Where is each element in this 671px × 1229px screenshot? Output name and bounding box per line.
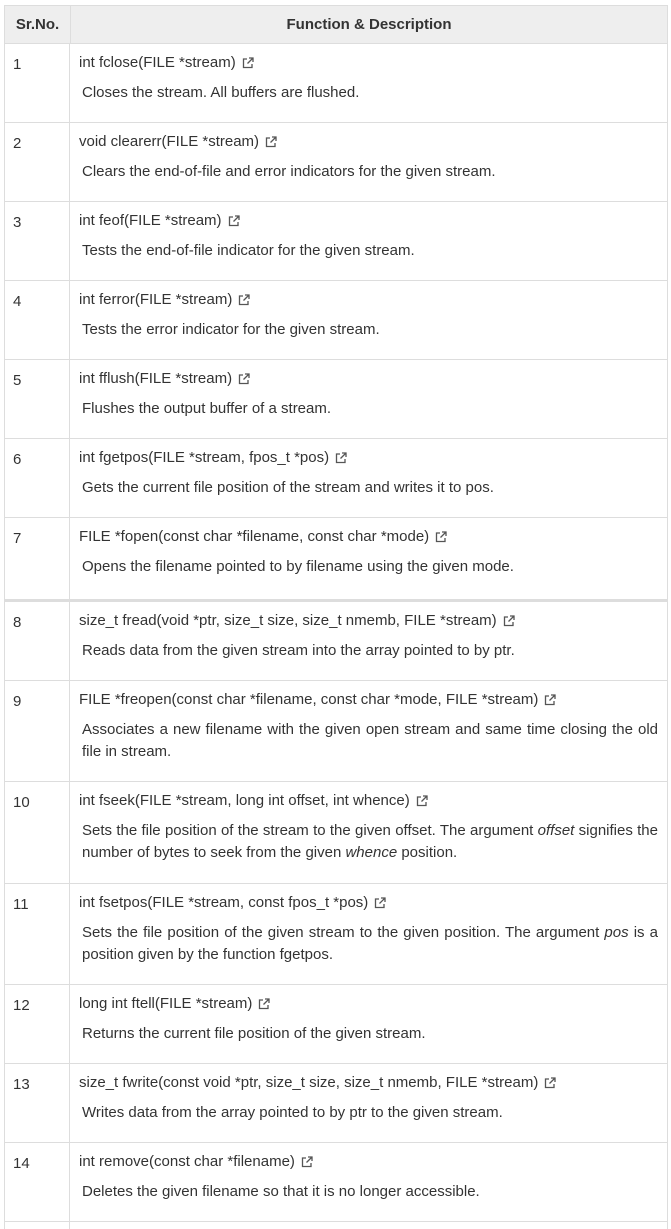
external-link-icon xyxy=(436,531,447,543)
external-link-icon xyxy=(545,1077,556,1089)
argument-name: whence xyxy=(345,844,398,861)
function-link[interactable]: int remove(const char *filename) xyxy=(79,1153,658,1171)
table-row: 13 size_t fwrite(const void *ptr, size_t… xyxy=(5,1064,667,1143)
function-description: Gets the current file position of the st… xyxy=(82,479,494,496)
function-description: Sets the file position of the given stre… xyxy=(79,922,658,966)
function-signature: int feof(FILE *stream) xyxy=(79,212,222,229)
function-link[interactable]: long int ftell(FILE *stream) xyxy=(79,995,658,1013)
argument-name: pos xyxy=(604,924,629,941)
table-row: 12 long int ftell(FILE *stream) Returns t… xyxy=(5,985,667,1064)
table-row: 14 int remove(const char *filename) Delet… xyxy=(5,1143,667,1222)
function-link[interactable]: void clearerr(FILE *stream) xyxy=(79,133,658,151)
function-link[interactable]: size_t fread(void *ptr, size_t size, siz… xyxy=(79,612,658,630)
header-sr-no: Sr.No. xyxy=(5,6,71,43)
row-number: 14 xyxy=(5,1143,70,1221)
function-signature: int fclose(FILE *stream) xyxy=(79,54,236,71)
row-number xyxy=(5,1222,70,1229)
function-signature: int fsetpos(FILE *stream, const fpos_t *… xyxy=(79,894,369,911)
function-link[interactable]: size_t fwrite(const void *ptr, size_t si… xyxy=(79,1074,658,1092)
table-row: 4 int ferror(FILE *stream) Tests the erro… xyxy=(5,281,667,360)
description-text: Sets the file position of the given stre… xyxy=(82,924,605,941)
function-description: Associates a new filename with the given… xyxy=(82,721,658,760)
row-number: 1 xyxy=(5,44,70,122)
external-link-icon xyxy=(265,136,277,148)
function-description: Tests the end-of-file indicator for the … xyxy=(82,242,415,259)
row-number: 13 xyxy=(5,1064,70,1142)
function-description: Clears the end-of-file and error indicat… xyxy=(82,163,496,180)
function-link[interactable]: int fsetpos(FILE *stream, const fpos_t *… xyxy=(79,894,658,912)
function-link[interactable]: int fgetpos(FILE *stream, fpos_t *pos) xyxy=(79,449,658,467)
external-link-icon xyxy=(375,897,386,909)
function-link[interactable]: int ferror(FILE *stream) xyxy=(79,291,658,309)
external-link-icon xyxy=(301,1156,313,1168)
function-cell xyxy=(70,1222,667,1229)
function-link[interactable]: FILE *fopen(const char *filename, const … xyxy=(79,528,658,546)
row-number: 7 xyxy=(5,518,70,599)
function-signature: int fgetpos(FILE *stream, fpos_t *pos) xyxy=(79,449,330,466)
table-row: 10 int fseek(FILE *stream, long int offs… xyxy=(5,782,667,884)
row-number: 4 xyxy=(5,281,70,359)
row-number: 9 xyxy=(5,681,70,781)
function-description: Sets the file position of the stream to … xyxy=(79,820,658,864)
table-row: 6 int fgetpos(FILE *stream, fpos_t *pos)… xyxy=(5,439,667,518)
page: Sr.No. Function & Description 1 int fclo… xyxy=(0,0,671,1229)
function-description: Deletes the given filename so that it is… xyxy=(82,1183,480,1200)
function-description: Tests the error indicator for the given … xyxy=(82,321,380,338)
table-row: 2 void clearerr(FILE *stream) Clears the … xyxy=(5,123,667,202)
function-signature: long int ftell(FILE *stream) xyxy=(79,995,253,1012)
function-signature: size_t fwrite(const void *ptr, size_t si… xyxy=(79,1074,539,1091)
argument-name: offset xyxy=(537,822,575,839)
header-function-description: Function & Description xyxy=(286,16,452,33)
external-link-icon xyxy=(239,294,251,306)
table-header: Sr.No. Function & Description xyxy=(5,6,667,44)
description-text: Sets the file position of the stream to … xyxy=(82,822,538,839)
table-row: 3 int feof(FILE *stream) Tests the end-of… xyxy=(5,202,667,281)
function-signature: FILE *freopen(const char *filename, cons… xyxy=(79,691,539,708)
table-row: 1 int fclose(FILE *stream) Closes the str… xyxy=(5,44,667,123)
table-row: 7 FILE *fopen(const char *filename, cons… xyxy=(5,518,667,602)
row-number: 6 xyxy=(5,439,70,517)
functions-table: Sr.No. Function & Description 1 int fclo… xyxy=(4,5,668,1229)
function-signature: int fflush(FILE *stream) xyxy=(79,370,233,387)
function-link[interactable]: int fseek(FILE *stream, long int offset,… xyxy=(79,792,658,810)
function-signature: int fseek(FILE *stream, long int offset,… xyxy=(79,792,410,809)
function-description: Writes data from the array pointed to by… xyxy=(82,1104,503,1121)
function-link[interactable]: FILE *freopen(const char *filename, cons… xyxy=(79,691,658,709)
row-number: 10 xyxy=(5,782,70,883)
description-text: position. xyxy=(397,844,458,861)
function-signature: int remove(const char *filename) xyxy=(79,1153,295,1170)
table-row: 11 int fsetpos(FILE *stream, const fpos_… xyxy=(5,884,667,985)
external-link-icon xyxy=(416,795,428,807)
row-number: 3 xyxy=(5,202,70,280)
function-signature: FILE *fopen(const char *filename, const … xyxy=(79,528,430,545)
function-signature: size_t fread(void *ptr, size_t size, siz… xyxy=(79,612,497,629)
function-description: Opens the filename pointed to by filenam… xyxy=(82,558,514,575)
row-number: 11 xyxy=(5,884,70,984)
function-description: Reads data from the given stream into th… xyxy=(82,642,515,659)
function-signature: int ferror(FILE *stream) xyxy=(79,291,233,308)
external-link-icon xyxy=(242,57,254,69)
external-link-icon xyxy=(238,373,250,385)
function-link[interactable]: int fclose(FILE *stream) xyxy=(79,54,658,72)
row-number: 5 xyxy=(5,360,70,438)
function-description: Returns the current file position of the… xyxy=(82,1025,426,1042)
row-number: 12 xyxy=(5,985,70,1063)
function-link[interactable]: int fflush(FILE *stream) xyxy=(79,370,658,388)
row-number: 2 xyxy=(5,123,70,201)
external-link-icon xyxy=(259,998,271,1010)
table-row: 5 int fflush(FILE *stream) Flushes the ou… xyxy=(5,360,667,439)
table-row: 8 size_t fread(void *ptr, size_t size, s… xyxy=(5,602,667,681)
row-number: 8 xyxy=(5,602,70,680)
function-signature: void clearerr(FILE *stream) xyxy=(79,133,260,150)
external-link-icon xyxy=(545,694,557,706)
external-link-icon xyxy=(228,215,240,227)
function-link[interactable]: int feof(FILE *stream) xyxy=(79,212,658,230)
external-link-icon xyxy=(335,452,347,464)
function-description: Flushes the output buffer of a stream. xyxy=(82,400,332,417)
table-row-partial xyxy=(5,1222,667,1229)
function-description: Closes the stream. All buffers are flush… xyxy=(82,84,360,101)
table-row: 9 FILE *freopen(const char *filename, co… xyxy=(5,681,667,782)
external-link-icon xyxy=(503,615,515,627)
